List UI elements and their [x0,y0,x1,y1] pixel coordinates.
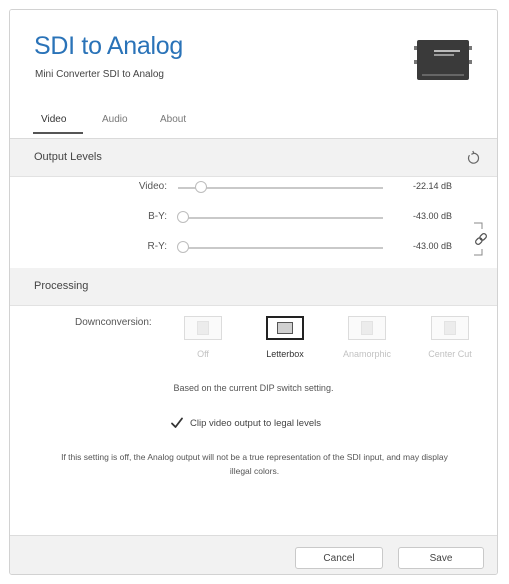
header: SDI to Analog Mini Converter SDI to Anal… [10,10,497,138]
slider-value: -43.00 dB [412,211,452,221]
downconversion-option-letterbox[interactable]: Letterbox [259,316,311,359]
downconversion-option-anamorphic[interactable]: Anamorphic [341,316,393,359]
tab-video[interactable]: Video [41,114,66,125]
output-levels-title: Output Levels [34,151,102,163]
by-level-slider-handle[interactable] [177,211,189,223]
slider-label: Video: [138,181,167,192]
page-title: SDI to Analog [34,32,183,60]
by-level-slider[interactable] [178,217,383,219]
downconversion-label: Downconversion: [75,317,152,328]
checkmark-icon [171,417,183,428]
active-tab-indicator [33,132,83,134]
option-label: Off [197,349,209,359]
footer: Cancel Save [10,535,497,574]
slider-value: -22.14 dB [412,181,452,191]
clip-legal-levels-label: Clip video output to legal levels [190,418,321,429]
link-icon[interactable] [472,221,490,257]
tab-bar: Video Audio About [10,114,497,138]
slider-row-by: B-Y: -43.00 dB [10,207,497,229]
letterbox-icon [266,316,304,340]
slider-value: -43.00 dB [412,241,452,251]
processing-title: Processing [34,280,89,292]
clip-warning-text: If this setting is off, the Analog outpu… [61,452,448,476]
ry-level-slider-handle[interactable] [177,241,189,253]
video-level-slider[interactable] [178,187,383,189]
save-button[interactable]: Save [398,547,484,569]
output-levels-header: Output Levels [10,139,497,177]
slider-row-ry: R-Y: -43.00 dB [10,237,497,259]
converter-device-icon [414,40,472,80]
anamorphic-icon [348,316,386,340]
tab-about[interactable]: About [160,114,186,125]
slider-label: B-Y: [148,211,167,222]
downconversion-option-center-cut[interactable]: Center Cut [424,316,476,359]
cancel-button[interactable]: Cancel [295,547,383,569]
processing-header: Processing [10,268,497,306]
page-subtitle: Mini Converter SDI to Analog [35,69,164,80]
slider-label: R-Y: [147,241,167,252]
video-level-slider-handle[interactable] [195,181,208,193]
reset-icon[interactable] [465,150,481,166]
option-label: Letterbox [266,349,304,359]
center-cut-icon [431,316,469,340]
tab-audio[interactable]: Audio [102,114,128,125]
option-label: Anamorphic [342,349,392,359]
option-label: Center Cut [428,349,472,359]
dip-switch-note: Based on the current DIP switch setting. [173,383,334,393]
ry-level-slider[interactable] [178,247,383,249]
settings-window: SDI to Analog Mini Converter SDI to Anal… [9,9,498,575]
downconversion-option-off[interactable]: Off [177,316,229,359]
off-icon [184,316,222,340]
slider-row-video: Video: -22.14 dB [10,177,497,199]
